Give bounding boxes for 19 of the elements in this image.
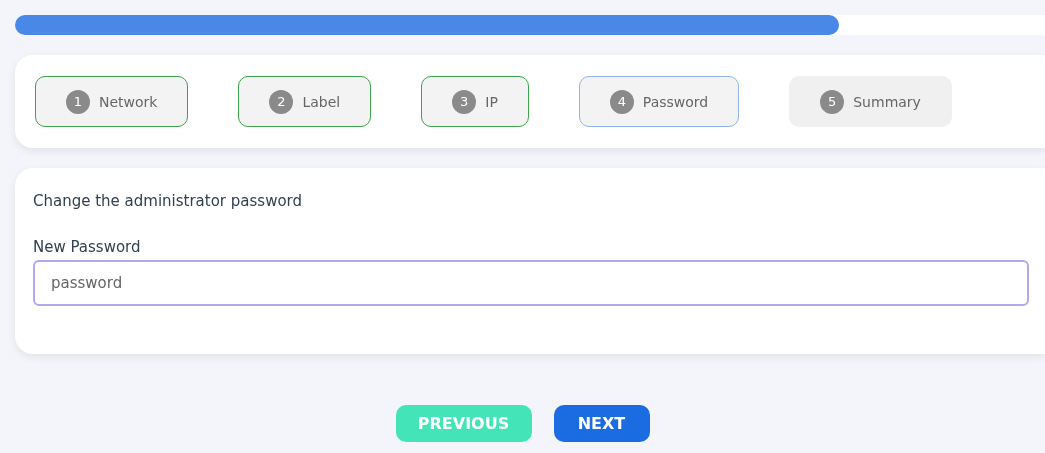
step-label: Password bbox=[642, 93, 709, 110]
step-number: 1 bbox=[66, 89, 90, 114]
step-tab[interactable]: 3 IP bbox=[421, 76, 529, 127]
step-label: Network bbox=[99, 93, 158, 110]
form-heading: Change the administrator password bbox=[33, 192, 303, 212]
step-label: Label bbox=[302, 93, 341, 110]
field-label: New Password bbox=[33, 238, 142, 258]
step-number: 2 bbox=[269, 89, 294, 114]
step-label: Summary bbox=[853, 93, 921, 110]
step-tab[interactable]: 5 Summary bbox=[789, 76, 952, 127]
nav-button[interactable]: NEXT bbox=[553, 405, 650, 442]
password-field[interactable]: password bbox=[33, 260, 1029, 306]
step-tab[interactable]: 1 Network bbox=[35, 76, 189, 127]
step-tab[interactable]: 4 Password bbox=[578, 76, 740, 127]
step-number: 4 bbox=[609, 89, 634, 114]
step-label: IP bbox=[485, 93, 498, 110]
step-number: 5 bbox=[820, 89, 845, 114]
step-number: 3 bbox=[452, 89, 477, 114]
step-tab[interactable]: 2 Label bbox=[238, 76, 372, 127]
